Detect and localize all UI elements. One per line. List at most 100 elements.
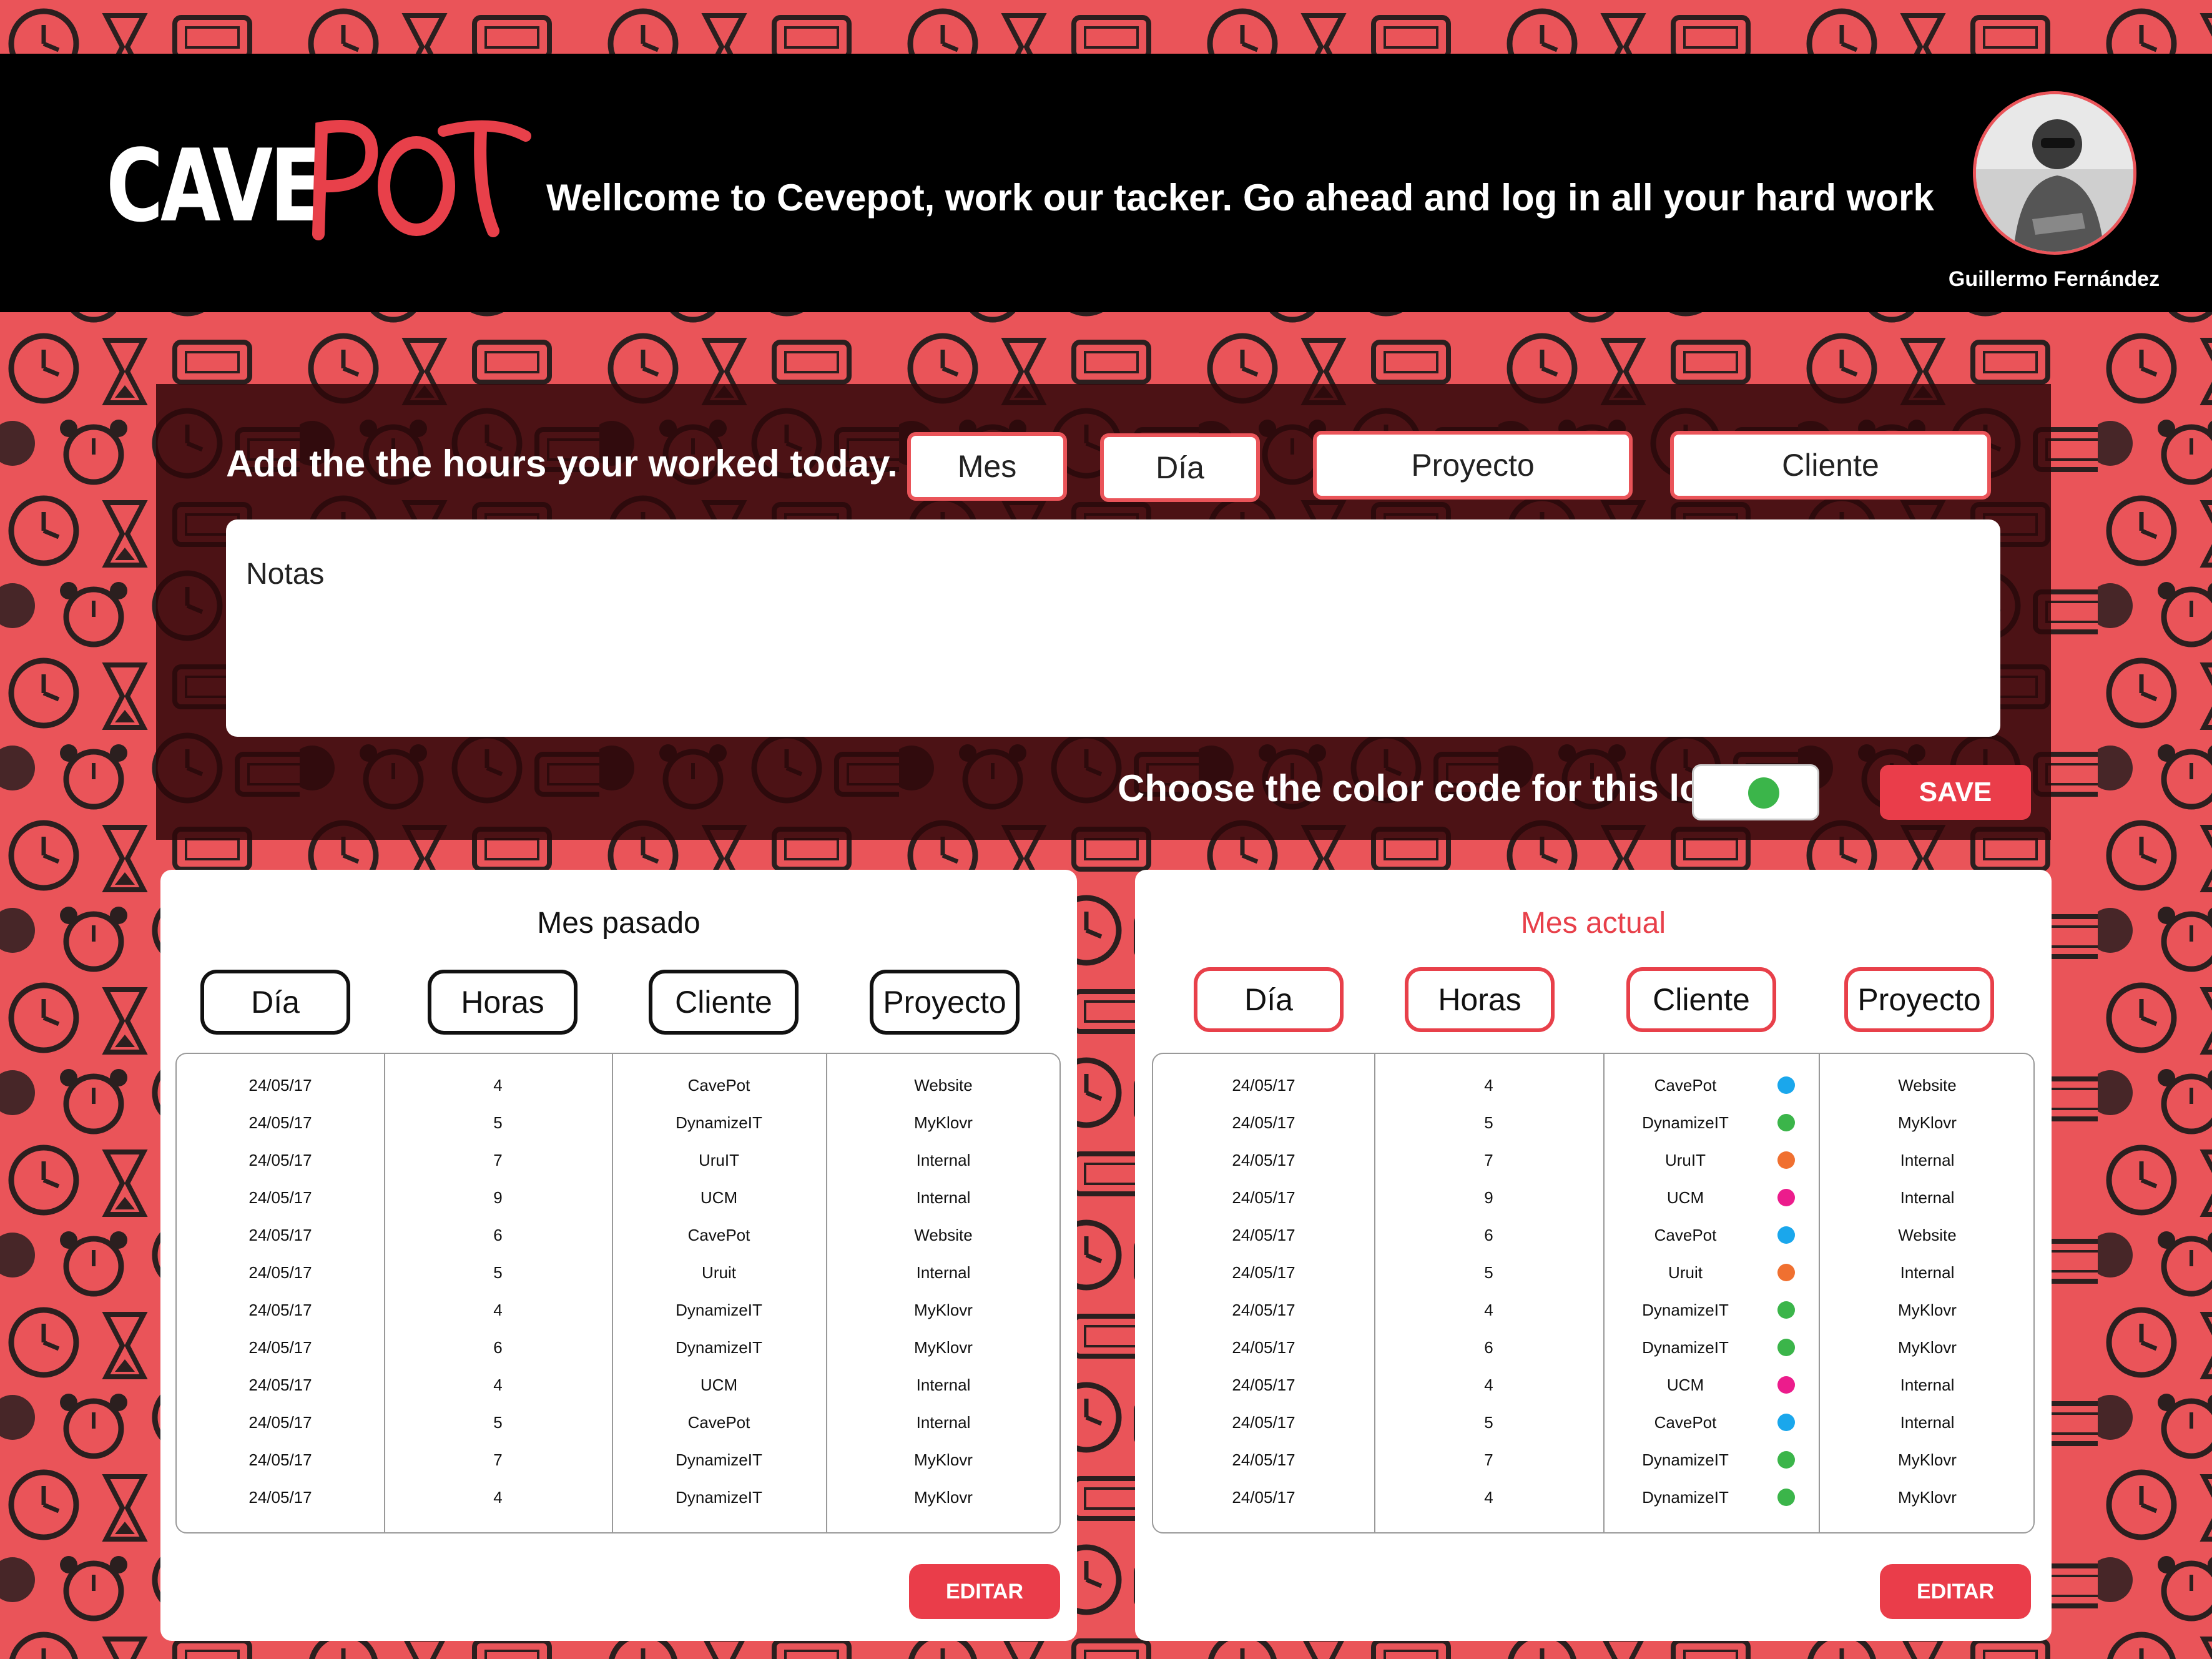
color-code-dot xyxy=(1777,1301,1795,1319)
table-row[interactable]: 24/05/17 6 CavePot Website xyxy=(1153,1216,2033,1254)
user-avatar[interactable] xyxy=(1973,91,2136,255)
cell-cliente: UruIT xyxy=(699,1151,739,1169)
cell-proyecto: Internal xyxy=(1900,1263,1955,1282)
table-row[interactable]: 24/05/17 4 UCM Internal xyxy=(1153,1366,2033,1404)
cell-cliente: UCM xyxy=(700,1188,738,1207)
cell-proyecto: MyKlovr xyxy=(914,1113,973,1132)
curr-col-horas[interactable]: Horas xyxy=(1405,967,1555,1032)
color-code-dot xyxy=(1777,1264,1795,1281)
curr-col-cliente[interactable]: Cliente xyxy=(1626,967,1776,1032)
color-code-dot xyxy=(1777,1151,1795,1169)
table-row[interactable]: 24/05/17 7 UruIT Internal xyxy=(1153,1141,2033,1179)
cell-proyecto: Internal xyxy=(916,1413,971,1432)
prev-col-cliente[interactable]: Cliente xyxy=(649,970,799,1035)
cell-dia: 24/05/17 xyxy=(248,1376,312,1394)
dia-select[interactable]: Día xyxy=(1100,433,1260,502)
cell-dia: 24/05/17 xyxy=(1232,1188,1295,1207)
cell-horas: 6 xyxy=(493,1226,503,1244)
cell-horas: 9 xyxy=(493,1188,503,1207)
cell-dia: 24/05/17 xyxy=(248,1263,312,1282)
color-code-dot xyxy=(1777,1414,1795,1431)
table-row[interactable]: 24/05/17 4 DynamizeIT MyKlovr xyxy=(177,1479,1059,1516)
cell-cliente: UCM xyxy=(1666,1376,1704,1394)
cell-horas: 7 xyxy=(493,1151,503,1169)
table-row[interactable]: 24/05/17 6 DynamizeIT MyKlovr xyxy=(1153,1329,2033,1366)
table-row[interactable]: 24/05/17 5 Uruit Internal xyxy=(1153,1254,2033,1291)
cell-cliente: UruIT xyxy=(1665,1151,1706,1169)
current-month-title: Mes actual xyxy=(1520,907,1666,940)
cell-dia: 24/05/17 xyxy=(1232,1450,1295,1469)
notes-textarea[interactable]: Notas xyxy=(226,519,2000,737)
prev-col-horas[interactable]: Horas xyxy=(428,970,578,1035)
color-code-dot xyxy=(1777,1114,1795,1131)
previous-month-title: Mes pasado xyxy=(537,907,700,940)
table-row[interactable]: 24/05/17 9 UCM Internal xyxy=(177,1179,1059,1216)
cell-cliente: DynamizeIT xyxy=(1642,1301,1729,1319)
table-row[interactable]: 24/05/17 5 DynamizeIT MyKlovr xyxy=(1153,1104,2033,1141)
table-row[interactable]: 24/05/17 7 DynamizeIT MyKlovr xyxy=(1153,1441,2033,1479)
cell-proyecto: Website xyxy=(914,1076,973,1095)
table-row[interactable]: 24/05/17 5 DynamizeIT MyKlovr xyxy=(177,1104,1059,1141)
cell-dia: 24/05/17 xyxy=(1232,1301,1295,1319)
cliente-select[interactable]: Cliente xyxy=(1670,431,1991,500)
cell-cliente: CavePot xyxy=(1654,1076,1717,1095)
proyecto-select[interactable]: Proyecto xyxy=(1313,431,1633,500)
color-code-dot xyxy=(1777,1376,1795,1394)
edit-previous-button[interactable]: EDITAR xyxy=(909,1564,1060,1619)
cell-horas: 4 xyxy=(1484,1301,1493,1319)
cell-dia: 24/05/17 xyxy=(1232,1413,1295,1432)
cell-cliente: CavePot xyxy=(687,1226,750,1244)
cell-proyecto: Website xyxy=(1898,1076,1957,1095)
cell-cliente: DynamizeIT xyxy=(676,1488,762,1507)
table-row[interactable]: 24/05/17 4 UCM Internal xyxy=(177,1366,1059,1404)
color-code-dot xyxy=(1777,1451,1795,1469)
cavepot-logo[interactable]: CAVE xyxy=(106,106,537,250)
table-row[interactable]: 24/05/17 5 CavePot Internal xyxy=(1153,1404,2033,1441)
color-code-dot xyxy=(1777,1189,1795,1206)
table-row[interactable]: 24/05/17 7 UruIT Internal xyxy=(177,1141,1059,1179)
table-row[interactable]: 24/05/17 6 DynamizeIT MyKlovr xyxy=(177,1329,1059,1366)
prev-col-proyecto[interactable]: Proyecto xyxy=(870,970,1020,1035)
color-code-dot xyxy=(1777,1489,1795,1506)
cell-dia: 24/05/17 xyxy=(248,1188,312,1207)
cell-horas: 4 xyxy=(493,1301,503,1319)
log-form-title: Add the the hours your worked today. xyxy=(226,443,898,485)
table-row[interactable]: 24/05/17 6 CavePot Website xyxy=(177,1216,1059,1254)
cell-proyecto: MyKlovr xyxy=(914,1488,973,1507)
curr-col-dia[interactable]: Día xyxy=(1194,967,1344,1032)
table-row[interactable]: 24/05/17 5 Uruit Internal xyxy=(177,1254,1059,1291)
cell-proyecto: Internal xyxy=(916,1376,971,1394)
color-code-picker[interactable] xyxy=(1692,764,1819,820)
selected-color-dot xyxy=(1748,777,1779,809)
table-row[interactable]: 24/05/17 4 CavePot Website xyxy=(177,1066,1059,1104)
save-button[interactable]: SAVE xyxy=(1880,765,2031,820)
cell-horas: 5 xyxy=(493,1113,503,1132)
cell-horas: 4 xyxy=(493,1076,503,1095)
curr-col-proyecto[interactable]: Proyecto xyxy=(1844,967,1994,1032)
table-row[interactable]: 24/05/17 4 DynamizeIT MyKlovr xyxy=(1153,1479,2033,1516)
table-row[interactable]: 24/05/17 5 CavePot Internal xyxy=(177,1404,1059,1441)
table-row[interactable]: 24/05/17 9 UCM Internal xyxy=(1153,1179,2033,1216)
cell-cliente: DynamizeIT xyxy=(676,1301,762,1319)
cell-proyecto: MyKlovr xyxy=(1898,1488,1957,1507)
table-row[interactable]: 24/05/17 7 DynamizeIT MyKlovr xyxy=(177,1441,1059,1479)
cell-horas: 7 xyxy=(1484,1151,1493,1169)
cell-proyecto: Website xyxy=(1898,1226,1957,1244)
cell-proyecto: MyKlovr xyxy=(914,1450,973,1469)
table-row[interactable]: 24/05/17 4 CavePot Website xyxy=(1153,1066,2033,1104)
cell-proyecto: MyKlovr xyxy=(1898,1450,1957,1469)
mes-select[interactable]: Mes xyxy=(907,432,1067,501)
cell-horas: 4 xyxy=(493,1376,503,1394)
cell-cliente: DynamizeIT xyxy=(676,1450,762,1469)
cell-cliente: CavePot xyxy=(687,1413,750,1432)
table-row[interactable]: 24/05/17 4 DynamizeIT MyKlovr xyxy=(1153,1291,2033,1329)
cell-dia: 24/05/17 xyxy=(1232,1113,1295,1132)
prev-col-dia[interactable]: Día xyxy=(200,970,350,1035)
cell-cliente: DynamizeIT xyxy=(1642,1450,1729,1469)
edit-current-button[interactable]: EDITAR xyxy=(1880,1564,2031,1619)
cell-proyecto: MyKlovr xyxy=(1898,1301,1957,1319)
cell-horas: 4 xyxy=(1484,1076,1493,1095)
table-row[interactable]: 24/05/17 4 DynamizeIT MyKlovr xyxy=(177,1291,1059,1329)
cell-cliente: DynamizeIT xyxy=(1642,1488,1729,1507)
cell-dia: 24/05/17 xyxy=(248,1338,312,1357)
